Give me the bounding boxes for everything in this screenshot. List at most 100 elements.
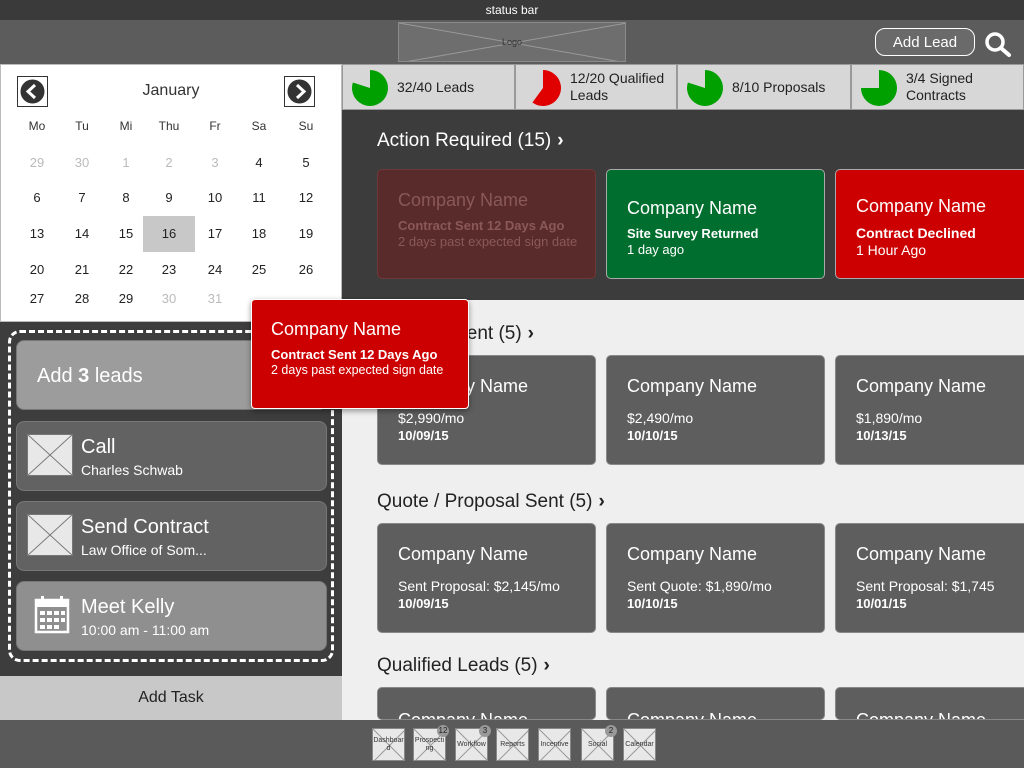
card-detail: 2 days past expected sign date (398, 234, 578, 249)
card-date: 10/01/15 (856, 596, 907, 611)
task-title: Call (81, 436, 116, 458)
tab-dashboard[interactable]: Dashboard (372, 728, 405, 761)
calendar-weekday: Thu (158, 119, 180, 133)
card-status: Contract Declined (856, 225, 976, 241)
dragged-card-popup[interactable]: Company Name Contract Sent 12 Days Ago 2… (251, 299, 469, 409)
tab-badge: 3 (479, 725, 491, 737)
company-name: Company Name (271, 319, 402, 339)
stat-tile[interactable]: 12/20 Qualified Leads (515, 64, 677, 110)
calendar-weekday: Fr (209, 119, 221, 133)
card-date: 10/09/15 (398, 596, 449, 611)
company-name: Company Name (627, 376, 758, 396)
chevron-right-icon: › (527, 323, 534, 344)
card-amount: Sent Quote: $1,890/mo (627, 578, 772, 594)
calendar-weekday: Mi (119, 119, 133, 133)
quote-card[interactable]: Company Name Sent Proposal: $1,745 10/01… (835, 523, 1024, 633)
task-meet[interactable]: Meet Kelly 10:00 am - 11:00 am (16, 581, 327, 651)
calendar-day[interactable]: 30 (143, 281, 195, 317)
action-card-site-survey[interactable]: Company Name Site Survey Returned 1 day … (606, 169, 825, 279)
pie-chart-icon (687, 70, 723, 106)
card-amount: $2,490/mo (627, 410, 694, 426)
calendar-month: January (142, 82, 200, 99)
action-card-contract-declined[interactable]: Company Name Contract Declined 1 Hour Ag… (835, 169, 1024, 279)
qualified-card[interactable]: Company Name (606, 687, 825, 720)
contract-card[interactable]: Company Name $2,490/mo 10/10/15 (606, 355, 825, 465)
tab-badge: 12 (437, 725, 449, 737)
card-date: 10/09/15 (398, 428, 449, 443)
card-detail: 1 day ago (627, 242, 685, 257)
company-name: Company Name (627, 198, 758, 218)
add-task-button[interactable]: Add Task (0, 676, 342, 720)
stat-tile[interactable]: 32/40 Leads (342, 64, 515, 110)
tab-label: Reports (500, 740, 525, 748)
company-name: Company Name (398, 710, 529, 720)
chevron-right-icon (287, 79, 312, 104)
stat-tile[interactable]: 8/10 Proposals (677, 64, 851, 110)
logo: Logo (398, 22, 626, 62)
calendar-icon (27, 594, 73, 636)
tab-badge: 2 (605, 725, 617, 737)
contract-card[interactable]: Company Name $1,890/mo 10/13/15 (835, 355, 1024, 465)
calendar-day[interactable]: 9 (143, 180, 195, 216)
card-date: 10/13/15 (856, 428, 907, 443)
quote-card[interactable]: Company Name Sent Quote: $1,890/mo 10/10… (606, 523, 825, 633)
image-placeholder-icon (26, 433, 74, 477)
calendar-weekday: Mo (28, 119, 46, 133)
stat-tile[interactable]: 3/4 Signed Contracts (851, 64, 1024, 110)
action-card-contract-sent[interactable]: Company Name Contract Sent 12 Days Ago 2… (377, 169, 596, 279)
pie-chart-icon (861, 70, 897, 106)
calendar-day[interactable]: 31 (189, 281, 241, 317)
task-subtitle: Law Office of Som... (81, 542, 207, 558)
qualified-card[interactable]: Company Name (835, 687, 1024, 720)
section-title-quote-sent[interactable]: Quote / Proposal Sent (5) › (377, 491, 605, 513)
calendar-day[interactable]: 18 (233, 216, 285, 252)
card-status: Contract Sent 12 Days Ago (398, 218, 565, 233)
tab-reports[interactable]: Reports (496, 728, 529, 761)
stat-label: 32/40 Leads (397, 78, 475, 95)
task-send-contract[interactable]: Send Contract Law Office of Som... (16, 501, 327, 571)
add-lead-button[interactable]: Add Lead (875, 28, 975, 56)
calendar-weekday: Tu (75, 119, 89, 133)
company-name: Company Name (856, 376, 987, 396)
calendar-prev-button[interactable] (17, 76, 48, 107)
calendar-day[interactable]: 16 (143, 216, 195, 252)
search-icon[interactable] (984, 31, 1012, 57)
task-call[interactable]: Call Charles Schwab (16, 421, 327, 491)
status-bar: status bar (0, 0, 1024, 20)
stat-label: 3/4 Signed Contracts (906, 70, 973, 103)
calendar-day[interactable]: 26 (280, 252, 332, 288)
tab-calendar[interactable]: Calendar (623, 728, 656, 761)
company-name: Company Name (856, 196, 987, 216)
chevron-right-icon: › (543, 655, 550, 676)
calendar-weekday: Su (298, 119, 314, 133)
section-title-qualified[interactable]: Qualified Leads (5) › (377, 655, 550, 677)
pie-chart-icon (352, 70, 388, 106)
company-name: Company Name (627, 710, 758, 720)
company-name: Company Name (398, 190, 529, 210)
company-name: Company Name (627, 544, 758, 564)
tab-label: Incentive (540, 740, 569, 748)
card-date: 10/10/15 (627, 428, 678, 443)
task-title: Send Contract (81, 516, 209, 538)
tab-label: Calendar (625, 740, 654, 748)
tab-label: Dashboard (373, 736, 404, 752)
calendar-day[interactable]: 4 (233, 145, 285, 181)
chevron-right-icon: › (598, 491, 605, 512)
calendar-day[interactable]: 2 (143, 145, 195, 181)
quote-card[interactable]: Company Name Sent Proposal: $2,145/mo 10… (377, 523, 596, 633)
tab-incentive[interactable]: Incentive (538, 728, 571, 761)
calendar-day[interactable]: 5 (280, 145, 332, 181)
card-amount: $2,990/mo (398, 410, 465, 426)
calendar-day[interactable]: 11 (233, 180, 285, 216)
section-title-action-required[interactable]: Action Required (15) › (377, 130, 564, 152)
card-amount: $1,890/mo (856, 410, 923, 426)
task-subtitle: 10:00 am - 11:00 am (81, 622, 210, 638)
calendar-weekday: Sa (251, 119, 267, 133)
calendar-next-button[interactable] (284, 76, 315, 107)
calendar-day[interactable]: 12 (280, 180, 332, 216)
image-placeholder-icon (26, 513, 74, 557)
chevron-right-icon: › (557, 130, 564, 151)
logo-text: Logo (501, 37, 523, 47)
qualified-card[interactable]: Company Name (377, 687, 596, 720)
calendar-day[interactable]: 19 (280, 216, 332, 252)
